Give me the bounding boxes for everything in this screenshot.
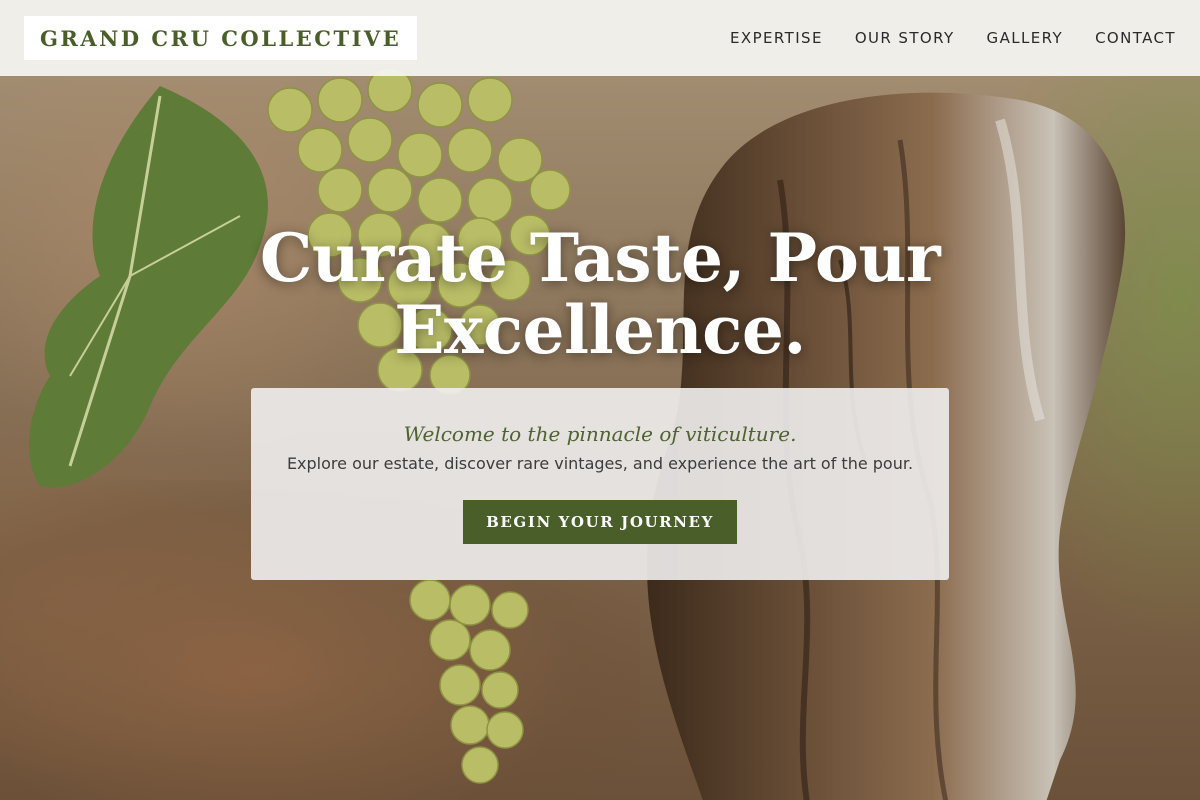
brand-logo[interactable]: GRAND CRU COLLECTIVE — [24, 16, 418, 60]
main-nav: EXPERTISE OUR STORY GALLERY CONTACT — [730, 29, 1176, 47]
nav-link-expertise[interactable]: EXPERTISE — [730, 29, 823, 47]
begin-journey-button[interactable]: BEGIN YOUR JOURNEY — [463, 500, 737, 544]
top-navbar: GRAND CRU COLLECTIVE EXPERTISE OUR STORY… — [0, 0, 1200, 76]
landing-page: GRAND CRU COLLECTIVE EXPERTISE OUR STORY… — [0, 0, 1200, 800]
hero-title-line-1: Curate Taste, Pour — [259, 219, 941, 297]
hero-tagline: Welcome to the pinnacle of viticulture. — [403, 422, 797, 446]
brand-name: GRAND CRU COLLECTIVE — [40, 25, 402, 51]
hero-intro-card: Welcome to the pinnacle of viticulture. … — [251, 388, 949, 580]
nav-link-contact[interactable]: CONTACT — [1095, 29, 1176, 47]
hero-title-line-2: Excellence. — [394, 291, 806, 369]
hero-intro-text: Explore our estate, discover rare vintag… — [286, 454, 914, 473]
nav-link-gallery[interactable]: GALLERY — [987, 29, 1064, 47]
nav-link-our-story[interactable]: OUR STORY — [855, 29, 955, 47]
hero-title: Curate Taste, Pour Excellence. — [250, 222, 950, 366]
